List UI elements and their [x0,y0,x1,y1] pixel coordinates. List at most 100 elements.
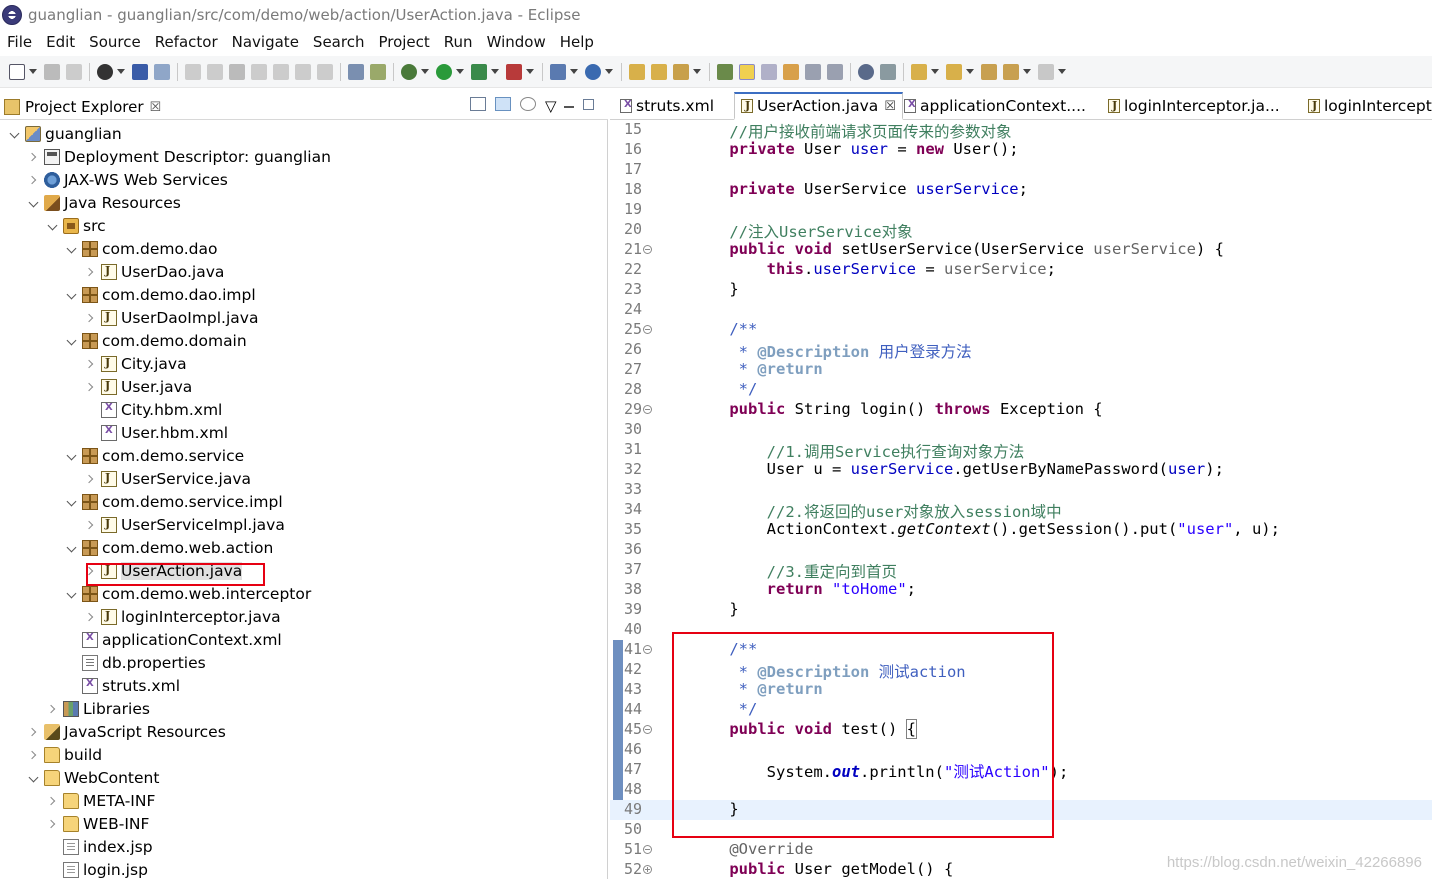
tree-item[interactable]: db.properties [65,651,206,674]
menu-refactor[interactable]: Refactor [148,33,225,51]
validate-icon[interactable] [880,63,896,80]
save-all-icon[interactable] [66,63,82,80]
use-step-filters-icon[interactable] [348,63,364,80]
collapse-icon[interactable] [643,645,652,654]
tree-item[interactable]: UserDaoImpl.java [84,306,258,329]
forward-dropdown-icon[interactable] [1058,69,1066,74]
disconnect-icon[interactable] [251,63,267,80]
suspend-icon[interactable] [207,63,223,80]
run-server-dropdown-icon[interactable] [491,69,499,74]
chevron-right-icon[interactable] [46,702,60,716]
tree-item[interactable]: WebContent [27,766,159,789]
tree-item[interactable]: com.demo.domain [65,329,247,352]
project-explorer-tab[interactable]: Project Explorer ☒ [4,94,161,120]
chevron-right-icon[interactable] [27,725,41,739]
close-icon[interactable]: ☒ [884,99,896,114]
toggle-breadcrumb-icon[interactable] [717,63,733,80]
tree-item[interactable]: src [46,214,106,237]
new-dropdown-icon[interactable] [29,69,37,74]
tree-item[interactable]: JAX-WS Web Services [27,168,228,191]
menu-source[interactable]: Source [82,33,148,51]
open-task-icon[interactable] [370,63,386,80]
menu-project[interactable]: Project [371,33,436,51]
tree-item[interactable]: UserService.java [84,467,251,490]
chevron-right-icon[interactable] [84,472,98,486]
external-tools-dropdown-icon[interactable] [526,69,534,74]
previous-annotation-icon[interactable] [946,63,962,80]
chevron-down-icon[interactable] [65,288,79,302]
tree-item[interactable]: JavaScript Resources [27,720,226,743]
tree-item[interactable]: Java Resources [27,191,181,214]
chevron-down-icon[interactable] [65,449,79,463]
tree-item[interactable]: Deployment Descriptor: guanglian [27,145,331,168]
close-icon[interactable]: ☒ [150,100,162,115]
collapse-icon[interactable] [643,725,652,734]
collapse-all-icon[interactable] [470,97,486,111]
editor-tab[interactable]: applicationContext.... [898,92,1092,120]
new-java-class-icon[interactable] [585,63,601,80]
show-source-icon[interactable] [805,63,821,80]
chevron-down-icon[interactable] [65,541,79,555]
mark-occurrences-icon[interactable] [739,63,755,80]
tree-item[interactable]: City.hbm.xml [84,398,222,421]
tree-item[interactable]: User.java [84,375,192,398]
collapse-icon[interactable] [643,245,652,254]
debug-dropdown-icon[interactable] [421,69,429,74]
chevron-down-icon[interactable] [65,587,79,601]
tree-item[interactable]: build [27,743,102,766]
last-edit-location-icon[interactable] [981,63,997,80]
profile-dropdown-icon[interactable] [117,69,125,74]
collapse-icon[interactable] [643,845,652,854]
save-icon[interactable] [44,63,60,80]
tree-item[interactable]: index.jsp [46,835,153,858]
terminate-icon[interactable] [229,63,245,80]
new-server-dropdown-icon[interactable] [570,69,578,74]
tree-item[interactable]: META-INF [46,789,155,812]
collapse-icon[interactable] [643,325,652,334]
console-icon[interactable] [132,63,148,80]
link-with-editor-icon[interactable] [495,97,511,111]
chevron-down-icon[interactable] [65,242,79,256]
chevron-right-icon[interactable] [84,265,98,279]
minimize-icon[interactable] [564,100,574,108]
chevron-right-icon[interactable] [84,518,98,532]
step-return-icon[interactable] [317,63,333,80]
expand-icon[interactable] [643,865,652,874]
skip-breakpoints-icon[interactable] [154,63,170,80]
chevron-down-icon[interactable] [46,219,60,233]
menu-window[interactable]: Window [480,33,553,51]
tree-item[interactable]: com.demo.web.action [65,536,273,559]
editor-tab[interactable]: UserAction.java ☒ [734,92,903,120]
chevron-down-icon[interactable] [65,495,79,509]
tree-item[interactable]: UserServiceImpl.java [84,513,285,536]
tree-item[interactable]: guanglian [8,122,122,145]
menu-search[interactable]: Search [306,33,372,51]
step-over-icon[interactable] [295,63,311,80]
tree-item[interactable]: loginInterceptor.java [84,605,281,628]
tree-item[interactable]: applicationContext.xml [65,628,282,651]
chevron-right-icon[interactable] [84,311,98,325]
profile-icon[interactable] [97,63,113,80]
forward-icon[interactable] [1038,63,1054,80]
chevron-down-icon[interactable] [8,127,22,141]
editor-tab[interactable]: loginInterceptor.ja... [1102,92,1286,120]
editor-tab[interactable]: struts.xml [614,92,720,120]
chevron-right-icon[interactable] [27,173,41,187]
run-dropdown-icon[interactable] [456,69,464,74]
new-icon[interactable] [9,63,25,80]
open-type-icon[interactable] [629,63,645,80]
menu-edit[interactable]: Edit [39,33,82,51]
chevron-down-icon[interactable] [27,771,41,785]
tree-item[interactable]: struts.xml [65,674,180,697]
tree-item[interactable]: com.demo.dao.impl [65,283,256,306]
filters-icon[interactable] [520,97,536,111]
globe-icon[interactable] [858,63,874,80]
back-dropdown-icon[interactable] [1023,69,1031,74]
resume-icon[interactable] [185,63,201,80]
back-icon[interactable] [1003,63,1019,80]
open-resource-icon[interactable] [651,63,667,80]
external-tools-icon[interactable] [506,63,522,80]
tree-item[interactable]: login.jsp [46,858,148,879]
debug-icon[interactable] [401,63,417,80]
menu-navigate[interactable]: Navigate [225,33,306,51]
